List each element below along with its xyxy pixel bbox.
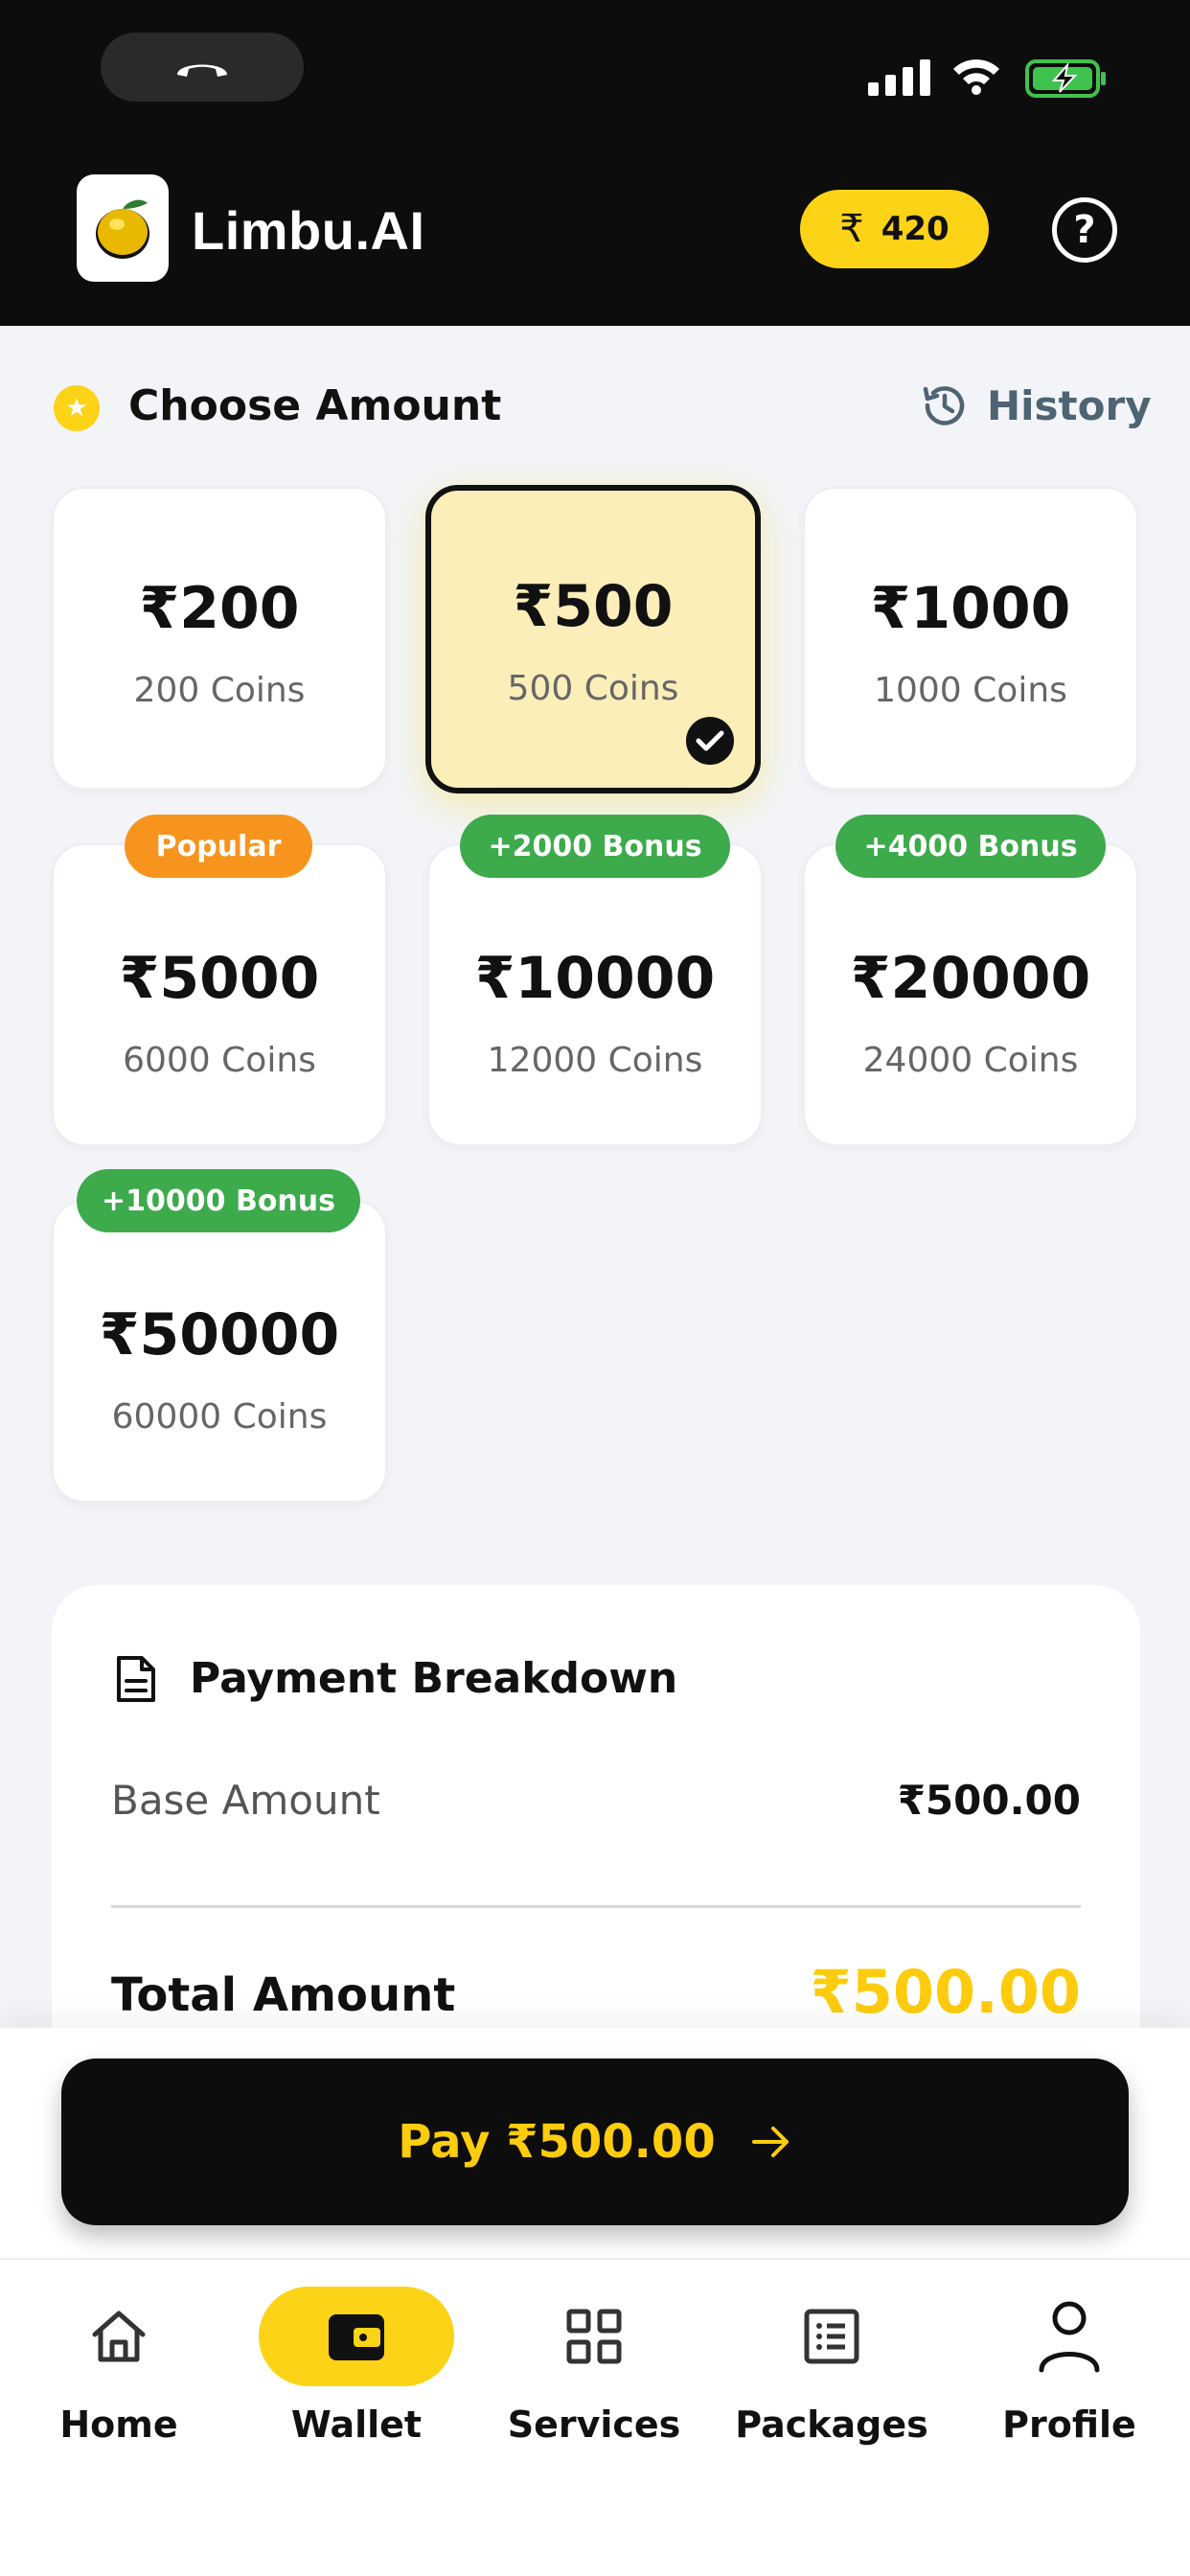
amount-card[interactable]: ₹50000 60000 Coins bbox=[52, 1200, 387, 1503]
amount-card[interactable]: ₹200 200 Coins bbox=[52, 487, 387, 790]
amount-price: ₹200 bbox=[139, 575, 300, 642]
section-title: Choose Amount bbox=[128, 381, 502, 430]
amount-card[interactable]: ₹10000 12000 Coins bbox=[427, 843, 763, 1146]
cellular-signal-icon bbox=[868, 59, 930, 96]
bonus-badge: +2000 Bonus bbox=[460, 815, 730, 878]
amount-card[interactable]: ₹1000 1000 Coins bbox=[803, 487, 1138, 790]
total-amount-label: Total Amount bbox=[111, 1968, 456, 2022]
amount-price: ₹20000 bbox=[850, 945, 1091, 1012]
total-amount-value: ₹500.00 bbox=[810, 1957, 1081, 2027]
app-header: Limbu.AI ₹ 420 ? bbox=[0, 0, 1190, 326]
user-icon bbox=[1039, 2301, 1100, 2373]
base-amount-label: Base Amount bbox=[111, 1777, 380, 1824]
divider bbox=[111, 1905, 1081, 1908]
amount-coins: 500 Coins bbox=[507, 669, 679, 708]
phone-icon bbox=[177, 64, 227, 77]
amount-price: ₹5000 bbox=[119, 945, 320, 1012]
wallet-icon bbox=[329, 2314, 384, 2360]
pay-button[interactable]: Pay ₹500.00 bbox=[61, 2058, 1129, 2225]
pay-bar: Pay ₹500.00 bbox=[0, 2028, 1190, 2258]
coin-balance-value: 420 bbox=[881, 210, 950, 248]
nav-item-profile[interactable]: Profile bbox=[964, 2287, 1175, 2446]
amount-card[interactable]: ₹20000 24000 Coins bbox=[803, 843, 1138, 1146]
amount-coins: 200 Coins bbox=[133, 671, 306, 710]
nav-label: Services bbox=[507, 2404, 681, 2446]
nav-label: Home bbox=[59, 2404, 178, 2446]
nav-label: Profile bbox=[1002, 2404, 1136, 2446]
app-title: Limbu.AI bbox=[192, 200, 425, 261]
help-button[interactable]: ? bbox=[1052, 197, 1117, 263]
nav-item-wallet[interactable]: Wallet bbox=[251, 2287, 462, 2446]
amount-card-selected[interactable]: ₹500 500 Coins bbox=[425, 485, 761, 794]
call-indicator[interactable] bbox=[101, 33, 304, 102]
nav-item-packages[interactable]: Packages bbox=[726, 2287, 937, 2446]
popular-badge: Popular bbox=[125, 815, 312, 878]
pay-button-label: Pay ₹500.00 bbox=[398, 2115, 716, 2169]
bottom-nav: Home Wallet Services Packages Profile bbox=[0, 2258, 1190, 2576]
list-icon bbox=[804, 2309, 859, 2364]
bonus-badge: +10000 Bonus bbox=[77, 1169, 360, 1232]
document-icon bbox=[117, 1656, 155, 1702]
bonus-badge: +4000 Bonus bbox=[835, 815, 1106, 878]
nav-label: Packages bbox=[735, 2404, 928, 2446]
amount-coins: 24000 Coins bbox=[862, 1041, 1079, 1080]
amount-coins: 6000 Coins bbox=[123, 1041, 316, 1080]
amount-coins: 12000 Coins bbox=[487, 1041, 703, 1080]
nav-label: Wallet bbox=[290, 2404, 423, 2446]
amount-coins: 60000 Coins bbox=[111, 1397, 328, 1437]
grid-icon bbox=[566, 2309, 622, 2364]
checkmark-icon bbox=[686, 717, 734, 765]
coin-balance-badge[interactable]: ₹ 420 bbox=[800, 190, 989, 268]
amount-price: ₹500 bbox=[513, 573, 674, 640]
battery-charging-icon bbox=[1025, 59, 1106, 98]
amount-card[interactable]: ₹5000 6000 Coins bbox=[52, 843, 387, 1146]
rupee-icon: ₹ bbox=[839, 207, 864, 251]
arrow-right-icon bbox=[751, 2127, 789, 2157]
history-button[interactable]: History bbox=[918, 380, 1152, 431]
lemon-icon bbox=[96, 199, 149, 259]
amount-coins: 1000 Coins bbox=[874, 671, 1067, 710]
breakdown-title: Payment Breakdown bbox=[190, 1654, 678, 1703]
star-icon: ★ bbox=[54, 385, 100, 431]
base-amount-value: ₹500.00 bbox=[897, 1777, 1081, 1824]
amount-price: ₹1000 bbox=[870, 575, 1071, 642]
nav-item-services[interactable]: Services bbox=[489, 2287, 699, 2446]
amount-price: ₹10000 bbox=[474, 945, 716, 1012]
history-label: History bbox=[987, 381, 1152, 429]
nav-item-home[interactable]: Home bbox=[13, 2287, 224, 2446]
app-logo[interactable] bbox=[77, 174, 169, 282]
amount-price: ₹50000 bbox=[99, 1301, 340, 1368]
home-icon bbox=[92, 2311, 146, 2362]
wifi-icon bbox=[953, 59, 999, 95]
history-icon bbox=[923, 386, 965, 426]
